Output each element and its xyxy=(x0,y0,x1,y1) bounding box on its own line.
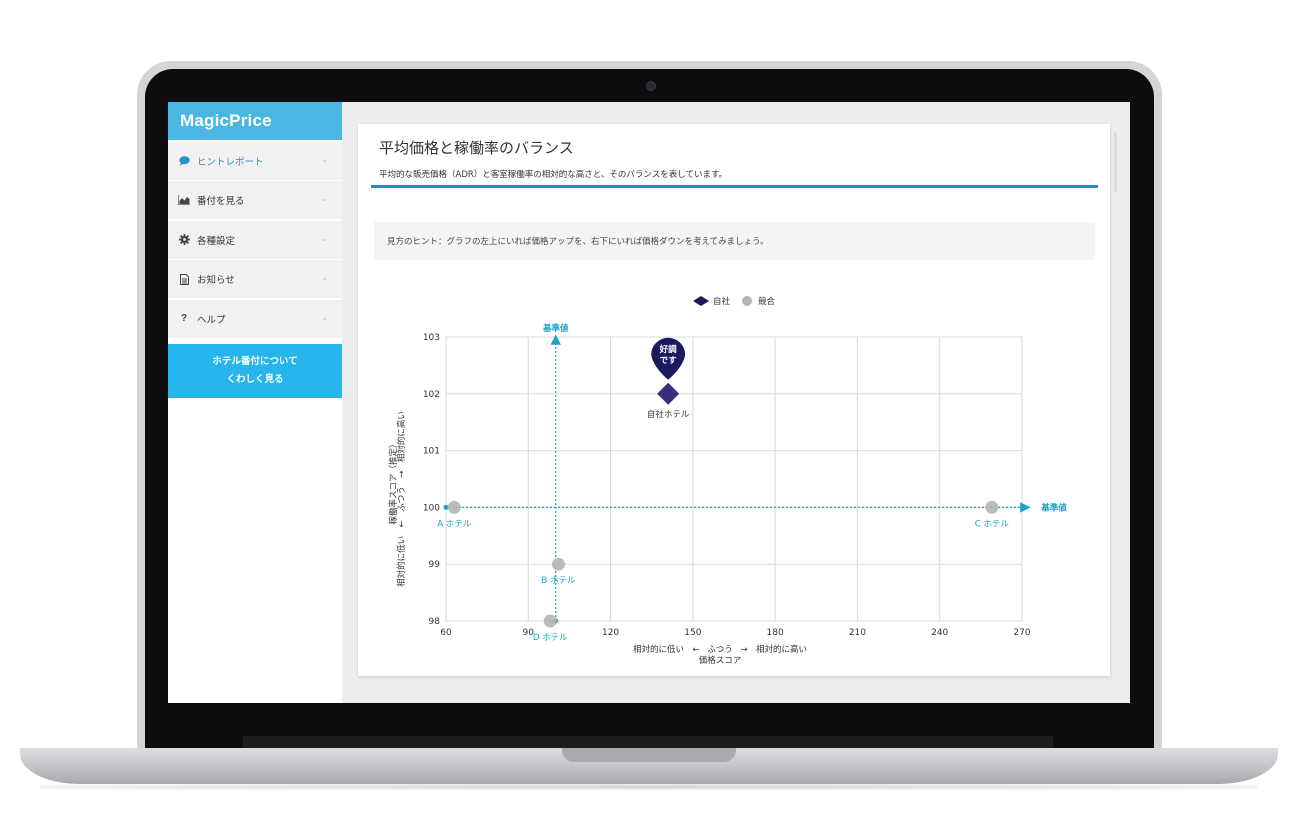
chevron-down-icon: ⌄ xyxy=(321,233,328,243)
scrollbar[interactable] xyxy=(1114,132,1117,192)
reference-label-horizontal: 基準値 xyxy=(1040,502,1067,513)
cta-line-2: くわしく見る xyxy=(226,373,284,385)
legend-own-marker xyxy=(693,296,709,306)
x-axis-title: 価格スコア xyxy=(699,655,742,666)
area-chart-icon xyxy=(178,194,190,206)
legend-own-label: 自社 xyxy=(713,296,731,307)
x-tick-label: 270 xyxy=(1013,628,1030,638)
chart-grid xyxy=(445,336,1023,622)
y-tick-label: 98 xyxy=(429,617,441,627)
speech-bubble-icon xyxy=(178,155,190,167)
chevron-down-icon: ⌄ xyxy=(321,154,328,164)
y-tick-label: 100 xyxy=(423,503,440,513)
x-tick-label: 180 xyxy=(767,628,784,638)
competitor-point xyxy=(551,557,565,571)
chart-legend: 自社 競合 xyxy=(693,296,776,307)
legend-competitor-marker xyxy=(742,296,752,306)
sidebar: MagicPrice ヒントレポート ⌄ 番付を見る ⌄ 各種設定 ⌄ お知らせ… xyxy=(168,102,342,703)
report-card: 平均価格と稼働率のバランス 平均的な販売価格（ADR）と客室稼働率の相対的な高さ… xyxy=(358,124,1110,676)
laptop-hinge xyxy=(243,736,1053,748)
y-tick-label: 101 xyxy=(423,447,440,457)
chevron-down-icon: ⌄ xyxy=(321,273,328,282)
y-axis-title: 稼働率スコア（推定） xyxy=(388,439,399,524)
x-tick-label: 60 xyxy=(440,628,452,638)
competitor-point-label: A ホテル xyxy=(437,519,472,529)
sidebar-item-label: 番付を見る xyxy=(197,196,245,207)
competitor-point-label: B ホテル xyxy=(541,576,576,586)
y-tick-label: 102 xyxy=(423,390,440,400)
plot-frame xyxy=(445,336,1023,622)
ranking-info-button[interactable]: ホテル番付について くわしく見る xyxy=(168,343,342,398)
sidebar-item-help[interactable]: ? ヘルプ ⌄ xyxy=(168,299,342,338)
legend-competitor-label: 競合 xyxy=(758,296,776,307)
question-icon: ? xyxy=(180,313,188,324)
hint-text: 見方のヒント：グラフの左上にいれば価格アップを、右下にいれば価格ダウンを考えてみ… xyxy=(387,237,769,247)
competitor-point xyxy=(985,500,999,514)
x-tick-label: 210 xyxy=(849,628,866,638)
x-tick-label: 120 xyxy=(602,628,619,638)
chevron-down-icon: ⌄ xyxy=(321,312,328,322)
reference-lines: 基準値基準値 xyxy=(443,323,1067,624)
camera-icon xyxy=(646,81,656,91)
sidebar-item-hint-report[interactable]: ヒントレポート ⌄ xyxy=(168,141,342,180)
status-badge-line-2: です xyxy=(660,356,678,366)
chart-points: A ホテル B ホテル C ホテル D ホテル 自社ホテル 好調です xyxy=(437,337,1010,643)
chevron-down-icon: ⌄ xyxy=(321,194,328,203)
x-tick-label: 150 xyxy=(684,628,701,638)
x-axis-label-high: 相対的に高い xyxy=(756,644,807,655)
price-occupancy-chart: 自社 競合 60 90 120 150 180 210 240 2709899100101102… xyxy=(388,296,1067,666)
sidebar-item-label: お知らせ xyxy=(197,275,235,286)
own-point-label: 自社ホテル xyxy=(647,409,690,420)
x-axis-label-mid: ふつう xyxy=(707,645,733,655)
sidebar-item-ranking[interactable]: 番付を見る ⌄ xyxy=(168,181,342,219)
sidebar-item-label: 各種設定 xyxy=(197,235,236,247)
x-tick-label: 240 xyxy=(931,628,948,638)
app-screen: MagicPrice ヒントレポート ⌄ 番付を見る ⌄ 各種設定 ⌄ お知らせ… xyxy=(168,102,1130,703)
app-logo[interactable]: MagicPrice xyxy=(180,111,272,131)
laptop-shadow xyxy=(40,784,1258,790)
document-icon xyxy=(178,273,190,285)
x-axis-label-low: 相対的に低い xyxy=(633,644,684,655)
sidebar-item-settings[interactable]: 各種設定 ⌄ xyxy=(168,220,342,259)
status-badge-line-1: 好調 xyxy=(659,344,678,355)
page-title: 平均価格と稼働率のバランス xyxy=(379,139,574,157)
gear-icon xyxy=(178,234,190,246)
title-divider xyxy=(371,185,1098,188)
x-axis-arrow-left: ← xyxy=(692,645,699,655)
own-point xyxy=(657,382,680,405)
sidebar-item-label: ヘルプ xyxy=(197,314,226,326)
x-axis-arrow-right: → xyxy=(740,645,747,655)
sidebar-item-news[interactable]: お知らせ ⌄ xyxy=(168,260,342,298)
competitor-point xyxy=(447,500,461,514)
competitor-point-label: C ホテル xyxy=(975,519,1010,529)
competitor-point-label: D ホテル xyxy=(533,633,568,643)
y-tick-label: 103 xyxy=(423,333,440,343)
page-subtitle: 平均的な販売価格（ADR）と客室稼働率の相対的な高さと、そのバランスを表していま… xyxy=(379,170,728,180)
sidebar-item-label: ヒントレポート xyxy=(197,156,264,168)
cta-line-1: ホテル番付について xyxy=(212,355,298,367)
hint-box: 見方のヒント：グラフの左上にいれば価格アップを、右下にいれば価格ダウンを考えてみ… xyxy=(374,222,1095,260)
logo-bar: MagicPrice xyxy=(168,102,342,140)
y-tick-label: 99 xyxy=(429,560,441,570)
laptop-notch xyxy=(562,748,736,762)
competitor-point xyxy=(543,614,557,628)
reference-label-vertical: 基準値 xyxy=(542,323,569,334)
